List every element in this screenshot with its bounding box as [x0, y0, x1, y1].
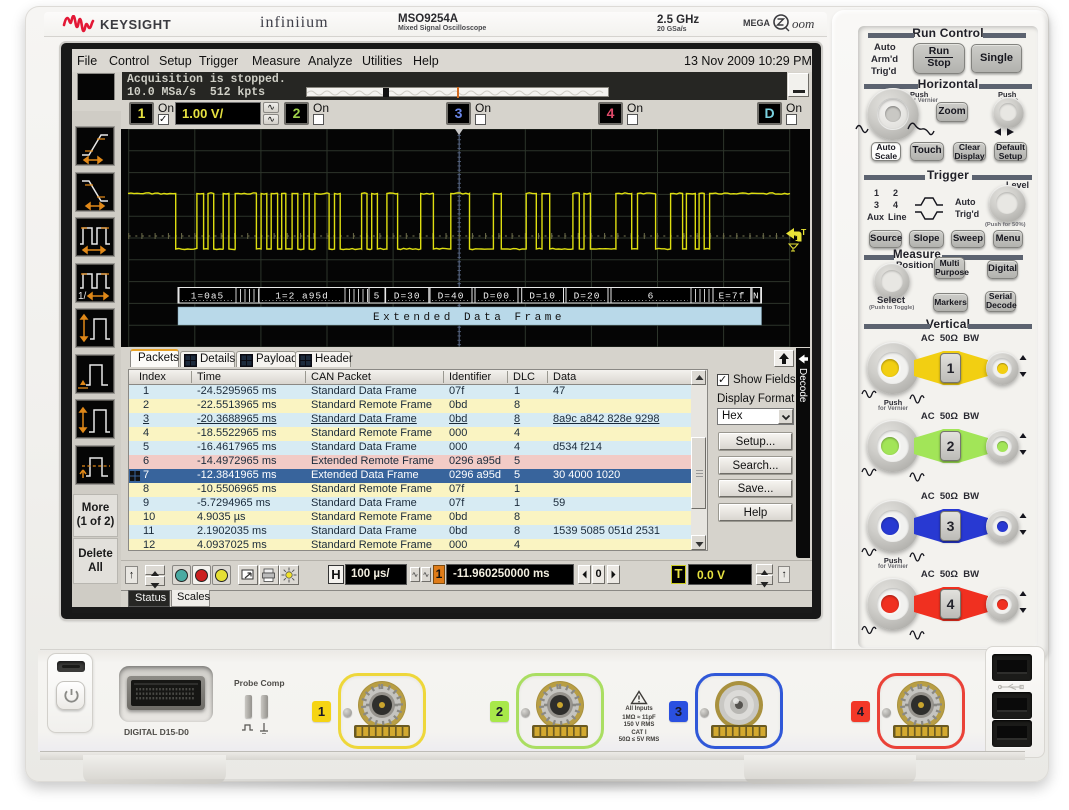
svg-text:1/: 1/: [78, 291, 87, 302]
svg-text:E=7f: E=7f: [718, 291, 745, 302]
svg-text:D=20: D=20: [574, 291, 601, 302]
svg-text:D=10: D=10: [529, 291, 556, 302]
svg-text:T: T: [801, 227, 807, 237]
svg-text:D=40: D=40: [438, 291, 465, 302]
svg-text:D=30: D=30: [394, 291, 421, 302]
svg-text:5: 5: [374, 291, 381, 302]
svg-text:N: N: [753, 291, 760, 302]
svg-text:D=00: D=00: [483, 291, 510, 302]
svg-text:1: 1: [795, 233, 800, 243]
svg-text:1=2 a95d: 1=2 a95d: [275, 291, 329, 302]
svg-text:6: 6: [648, 291, 655, 302]
svg-text:1=0a5: 1=0a5: [191, 291, 225, 302]
svg-text:Extended Data Frame: Extended Data Frame: [373, 312, 565, 324]
